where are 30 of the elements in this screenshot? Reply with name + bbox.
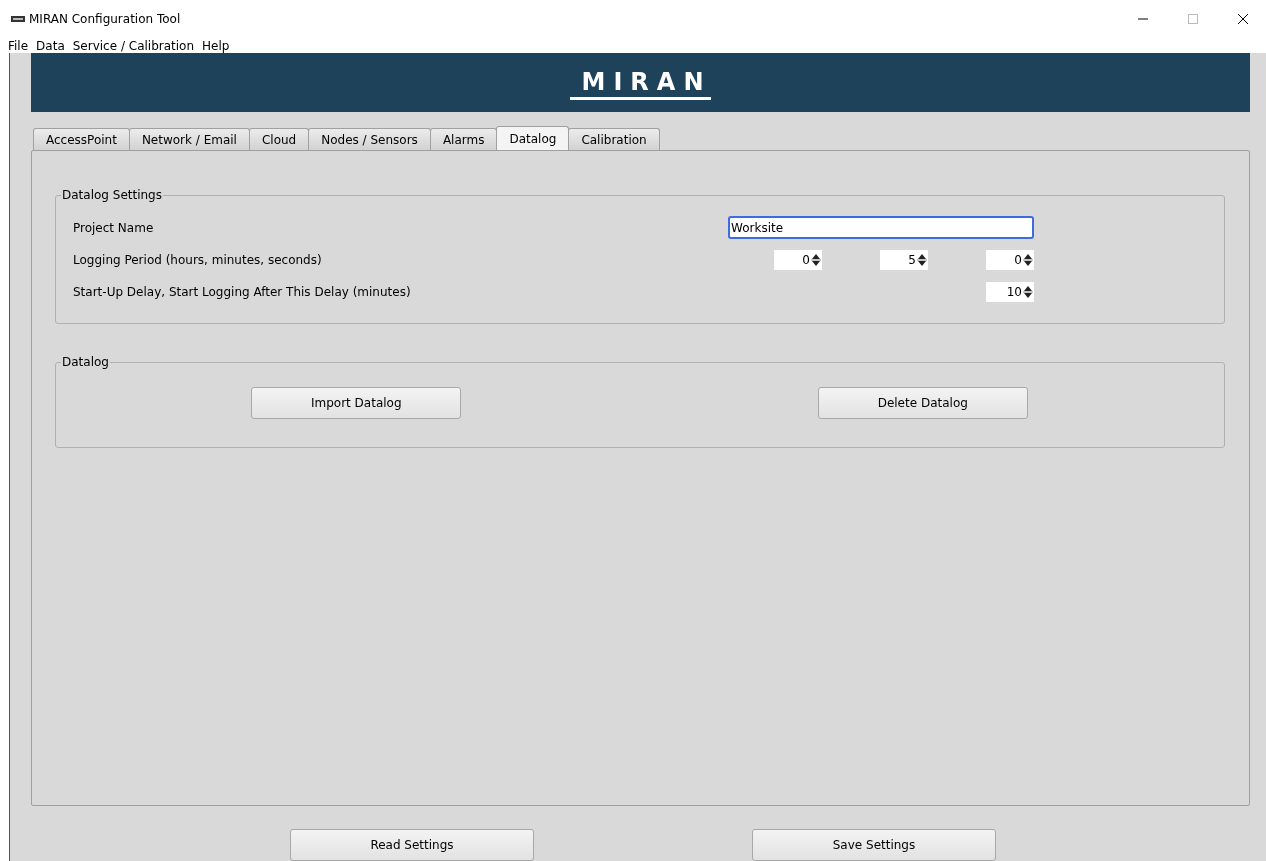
field-label: Logging Period (hours, minutes, seconds) xyxy=(73,252,323,267)
group-title: Datalog Settings xyxy=(61,188,163,202)
field-label: Start-Up Delay, Start Logging After This Delay (minutes) xyxy=(73,284,412,299)
spin-box[interactable]: 10 xyxy=(986,281,1034,302)
menu-item[interactable]: Data xyxy=(32,38,69,53)
settings-button[interactable]: Read Settings xyxy=(290,829,534,861)
app-icon xyxy=(11,16,25,22)
settings-button[interactable]: Save Settings xyxy=(752,829,996,861)
tab[interactable]: Cloud xyxy=(248,128,310,150)
close-icon xyxy=(1237,13,1249,25)
tab[interactable]: Calibration xyxy=(568,128,660,150)
datalog-button[interactable]: Import Datalog xyxy=(251,387,462,419)
logo: MIRAN xyxy=(569,69,712,100)
tab[interactable]: Nodes / Sensors xyxy=(308,128,431,150)
field-label: Project Name xyxy=(73,220,155,235)
menu-item[interactable]: File xyxy=(4,38,33,53)
maximize-icon xyxy=(1188,14,1198,24)
spin-box[interactable]: 0 xyxy=(774,249,822,270)
spin-box[interactable]: 0 xyxy=(986,249,1034,270)
tab[interactable]: Alarms xyxy=(429,128,498,150)
tab[interactable]: Network / Email xyxy=(128,128,250,150)
spin-box[interactable]: 5 xyxy=(880,249,928,270)
menu-item[interactable]: Help xyxy=(198,38,234,53)
window-title: MIRAN Configuration Tool xyxy=(29,12,182,26)
datalog-button[interactable]: Delete Datalog xyxy=(817,387,1028,419)
tab[interactable]: AccessPoint xyxy=(33,128,130,150)
project-name-field[interactable]: Worksite xyxy=(728,216,1034,239)
tab[interactable]: Datalog xyxy=(496,126,570,150)
group-title: Datalog xyxy=(61,355,110,369)
menu-item[interactable]: Service / Calibration xyxy=(68,38,199,53)
